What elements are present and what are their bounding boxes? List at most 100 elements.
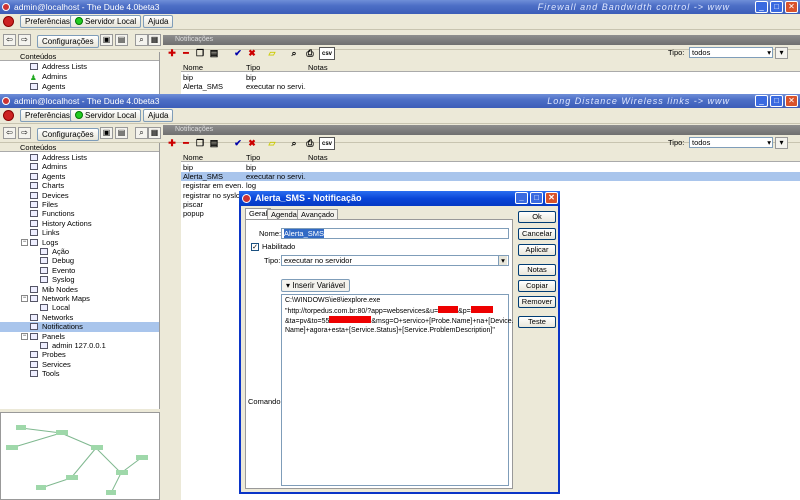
dropdown-icon[interactable]: ▾ xyxy=(775,137,788,149)
minimize-icon[interactable]: _ xyxy=(515,192,528,204)
tree-item[interactable]: Networks xyxy=(0,313,159,322)
remove-icon[interactable]: ━ xyxy=(179,137,193,150)
settings-button[interactable]: Configurações xyxy=(37,128,99,141)
table-row[interactable]: bip bip xyxy=(181,73,800,82)
settings-button[interactable]: Configurações xyxy=(37,35,99,48)
maximize-icon[interactable]: □ xyxy=(770,95,783,107)
notes-button[interactable]: Notas xyxy=(518,264,556,276)
table-row[interactable]: registrar em even... log xyxy=(181,181,800,190)
binoculars-icon[interactable]: ⌕ xyxy=(135,34,148,46)
copy-button[interactable]: Copiar xyxy=(518,280,556,292)
stop-icon[interactable] xyxy=(3,16,14,27)
stop-icon[interactable] xyxy=(3,110,14,121)
local-server-button[interactable]: Servidor Local xyxy=(70,15,142,28)
forward-icon[interactable]: ⇨ xyxy=(18,34,31,46)
back-icon[interactable]: ⇦ xyxy=(3,34,16,46)
type-filter-select[interactable]: todos ▾ xyxy=(689,47,773,58)
preferences-button[interactable]: Preferências xyxy=(20,15,75,28)
tree-item[interactable]: − Panels xyxy=(0,332,159,341)
name-field[interactable]: Alerta_SMS xyxy=(281,228,509,239)
comment-icon[interactable]: ▱ xyxy=(265,137,279,150)
disable-icon[interactable]: ✖ xyxy=(245,137,259,150)
print-icon[interactable]: ⎙ xyxy=(303,137,317,150)
tree-item[interactable]: History Actions xyxy=(0,219,159,228)
minimize-icon[interactable]: _ xyxy=(755,95,768,107)
add-icon[interactable]: ✚ xyxy=(165,47,179,60)
tree-item[interactable]: Devices xyxy=(0,191,159,200)
tree-item[interactable]: Links xyxy=(0,228,159,237)
tree-item[interactable]: admin 127.0.0.1 xyxy=(0,341,159,350)
binoculars-icon[interactable]: ⌕ xyxy=(135,127,148,139)
test-button[interactable]: Teste xyxy=(518,316,556,328)
tree-item[interactable]: Admins xyxy=(0,162,159,171)
tree-item[interactable]: Probes xyxy=(0,350,159,359)
close-icon[interactable]: ✕ xyxy=(545,192,558,204)
command-textarea[interactable]: C:\WINDOWS\ie8\iexplore.exe "http://torp… xyxy=(281,294,514,486)
remove-button[interactable]: Remover xyxy=(518,296,556,308)
maximize-icon[interactable]: □ xyxy=(530,192,543,204)
table-row[interactable]: bip bip xyxy=(181,163,800,172)
type-filter-select[interactable]: todos ▾ xyxy=(689,137,773,148)
paste-icon[interactable]: ▤ xyxy=(207,47,221,60)
tree-item[interactable]: − Logs xyxy=(0,238,159,247)
paste-icon[interactable]: ▤ xyxy=(207,137,221,150)
column-name[interactable]: Nome xyxy=(183,63,203,72)
title-bar[interactable]: admin@localhost - The Dude 4.0beta3 Long… xyxy=(0,94,800,108)
maximize-icon[interactable]: □ xyxy=(770,1,783,13)
add-icon[interactable]: ✚ xyxy=(165,137,179,150)
grid-icon[interactable]: ▦ xyxy=(148,127,161,139)
column-notes[interactable]: Notas xyxy=(308,153,328,162)
column-type[interactable]: Tipo xyxy=(246,153,260,162)
tree-item[interactable]: Local xyxy=(0,303,159,312)
insert-variable-button[interactable]: ▾ Inserir Variável xyxy=(281,279,351,292)
find-icon[interactable]: ⌕ xyxy=(287,137,301,150)
export-icon[interactable]: ▤ xyxy=(115,34,128,46)
help-button[interactable]: Ajuda xyxy=(143,15,174,28)
remove-icon[interactable]: ━ xyxy=(179,47,193,60)
help-button[interactable]: Ajuda xyxy=(143,109,174,122)
enabled-checkbox[interactable]: ✓ xyxy=(251,243,259,251)
close-icon[interactable]: ✕ xyxy=(785,95,798,107)
type-select[interactable]: executar no servidor ▾ xyxy=(281,255,509,266)
enable-icon[interactable]: ✔ xyxy=(231,47,245,60)
dialog-title-bar[interactable]: Alerta_SMS - Notificação _ □ ✕ xyxy=(239,191,560,206)
tree-item[interactable]: Files xyxy=(0,200,159,209)
preferences-button[interactable]: Preferências xyxy=(20,109,75,122)
panel-icon[interactable]: ▣ xyxy=(100,127,113,139)
tree-item[interactable]: Agents xyxy=(0,82,159,91)
title-bar[interactable]: admin@localhost - The Dude 4.0beta3 Fire… xyxy=(0,0,800,14)
network-map-thumbnail[interactable] xyxy=(0,412,160,500)
table-row[interactable]: Alerta_SMS executar no servi... xyxy=(181,172,800,182)
close-icon[interactable]: ✕ xyxy=(785,1,798,13)
grid-icon[interactable]: ▦ xyxy=(148,34,161,46)
panel-icon[interactable]: ▣ xyxy=(100,34,113,46)
expand-icon[interactable]: − xyxy=(21,295,28,302)
tree-item[interactable]: Syslog xyxy=(0,275,159,284)
tree-item[interactable]: Mib Nodes xyxy=(0,285,159,294)
tree-item[interactable]: Functions xyxy=(0,209,159,218)
minimize-icon[interactable]: _ xyxy=(755,1,768,13)
expand-icon[interactable]: − xyxy=(21,238,28,246)
dropdown-icon[interactable]: ▾ xyxy=(775,47,788,59)
tree-item[interactable]: Notifications xyxy=(0,322,159,332)
column-notes[interactable]: Notas xyxy=(308,63,328,72)
forward-icon[interactable]: ⇨ xyxy=(18,127,31,139)
tree-item[interactable]: Services xyxy=(0,360,159,369)
disable-icon[interactable]: ✖ xyxy=(245,47,259,60)
comment-icon[interactable]: ▱ xyxy=(265,47,279,60)
tree-item[interactable]: Ação xyxy=(0,247,159,256)
back-icon[interactable]: ⇦ xyxy=(3,127,16,139)
column-type[interactable]: Tipo xyxy=(246,63,260,72)
cancel-button[interactable]: Cancelar xyxy=(518,228,556,240)
tree-item[interactable]: Debug xyxy=(0,256,159,265)
apply-button[interactable]: Aplicar xyxy=(518,244,556,256)
tree-item[interactable]: − Network Maps xyxy=(0,294,159,303)
tree-item[interactable]: Agents xyxy=(0,172,159,181)
find-icon[interactable]: ⌕ xyxy=(287,47,301,60)
csv-icon[interactable]: csv xyxy=(319,47,335,60)
copy-icon[interactable]: ❐ xyxy=(193,137,207,150)
copy-icon[interactable]: ❐ xyxy=(193,47,207,60)
tree-item[interactable]: Address Lists xyxy=(0,153,159,162)
table-row[interactable]: Alerta_SMS executar no servi... xyxy=(181,82,800,91)
enable-icon[interactable]: ✔ xyxy=(231,137,245,150)
